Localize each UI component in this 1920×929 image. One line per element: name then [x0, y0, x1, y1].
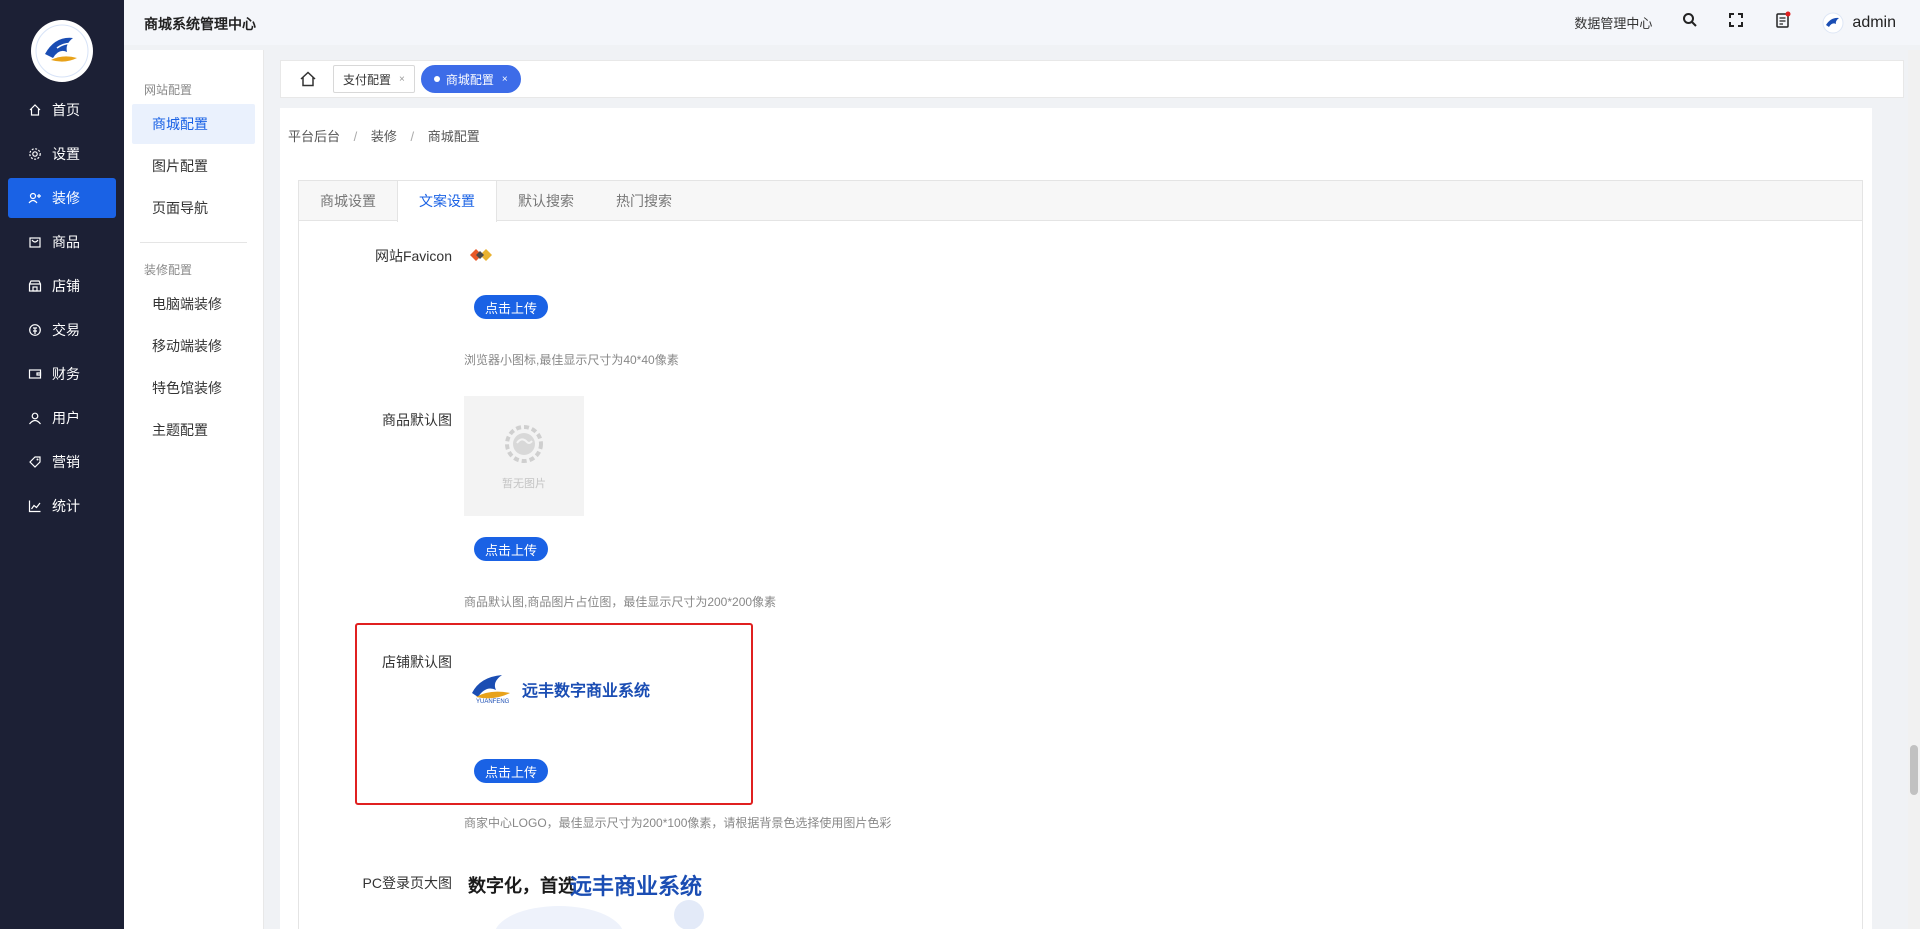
- user-menu[interactable]: admin: [1822, 12, 1896, 34]
- tab-label: 支付配置: [343, 72, 392, 87]
- nav-label: 商品: [52, 234, 80, 250]
- pc-login-image-preview: 数字化，首选 远丰商业系统: [464, 870, 704, 929]
- data-center-link[interactable]: 数据管理中心: [1574, 13, 1652, 32]
- no-image-icon: [505, 425, 543, 463]
- favicon-tip: 浏览器小图标,最佳显示尺寸为40*40像素: [464, 353, 679, 367]
- highlight-box: [355, 623, 753, 805]
- nav-settings[interactable]: 设置: [8, 134, 116, 174]
- favicon-label: 网站Favicon: [374, 248, 452, 264]
- chart-icon: [28, 499, 42, 513]
- banner-text: 数字化，首选: [468, 876, 576, 896]
- nav-label: 设置: [52, 146, 80, 162]
- page-tabs-bar: 支付配置 × 商城配置 ×: [280, 60, 1904, 98]
- nav-label: 装修: [52, 190, 80, 206]
- submenu-divider: [140, 242, 247, 243]
- active-dot-icon: [433, 76, 440, 82]
- avatar: [1822, 12, 1844, 34]
- nav-trade[interactable]: 交易: [8, 310, 116, 350]
- decorate-icon: [28, 191, 42, 205]
- fullscreen-icon[interactable]: [1728, 12, 1744, 33]
- close-icon[interactable]: ×: [399, 74, 405, 85]
- submenu-item-feature-decorate[interactable]: 特色馆装修: [132, 368, 255, 408]
- submenu-item-mall-config[interactable]: 商城配置: [132, 104, 255, 144]
- store-icon: [28, 279, 42, 293]
- search-icon[interactable]: [1682, 12, 1698, 33]
- nav-marketing[interactable]: 营销: [8, 442, 116, 482]
- upload-button[interactable]: 点击上传: [474, 537, 549, 561]
- submenu-item-pc-decorate[interactable]: 电脑端装修: [132, 284, 255, 324]
- nav-label: 交易: [52, 322, 80, 338]
- home-tab-icon[interactable]: [299, 70, 317, 88]
- banner-brand-text: 远丰商业系统: [570, 874, 703, 899]
- panel-tabs: 商城设置 文案设置 默认搜索 热门搜索: [299, 181, 1862, 222]
- breadcrumb-item[interactable]: 装修: [371, 129, 397, 144]
- app-logo[interactable]: [31, 20, 93, 82]
- page-scrollbar[interactable]: [1908, 50, 1920, 929]
- submenu-item-theme-config[interactable]: 主题配置: [132, 410, 255, 450]
- content-card: 平台后台 / 装修 / 商城配置 商城设置 文案设置 默认搜索 热门搜索 网站F…: [280, 108, 1872, 929]
- breadcrumb: 平台后台 / 装修 / 商城配置: [288, 126, 480, 145]
- favicon-preview: [468, 246, 498, 269]
- tab-pay-config[interactable]: 支付配置 ×: [333, 65, 415, 93]
- store-tip: 商家中心LOGO，最佳显示尺寸为200*100像素，请根据背景色选择使用图片色彩: [464, 816, 892, 830]
- nav-goods[interactable]: 商品: [8, 222, 116, 262]
- home-icon: [28, 103, 42, 117]
- banner-decoration: [494, 906, 624, 929]
- breadcrumb-item: 商城配置: [427, 129, 480, 144]
- user-icon: [28, 411, 42, 425]
- tag-icon: [28, 455, 42, 469]
- main-sidebar: 首页 设置 装修 商品 店铺 交易 财务 用户 营销 统计: [0, 0, 124, 929]
- goods-image-placeholder: 暂无图片: [464, 396, 584, 516]
- submenu-group-title: 网站配置: [144, 83, 193, 97]
- nav-finance[interactable]: 财务: [8, 354, 116, 394]
- top-header: 商城系统管理中心 数据管理中心 admin: [124, 0, 1920, 45]
- tab-hot-search[interactable]: 热门搜索: [595, 181, 693, 221]
- submenu-item-mobile-decorate[interactable]: 移动端装修: [132, 326, 255, 366]
- goods-tip: 商品默认图,商品图片占位图，最佳显示尺寸为200*200像素: [464, 595, 777, 609]
- nav-label: 统计: [52, 498, 80, 514]
- username: admin: [1852, 13, 1896, 31]
- tab-copy-settings[interactable]: 文案设置: [397, 181, 497, 222]
- wallet-icon: [28, 367, 42, 381]
- breadcrumb-separator: /: [353, 129, 358, 144]
- pc-login-image-label: PC登录页大图: [362, 875, 452, 891]
- nav-label: 财务: [52, 366, 80, 382]
- close-icon[interactable]: ×: [502, 74, 508, 85]
- banner-decoration: [674, 900, 704, 929]
- nav-label: 营销: [52, 454, 80, 470]
- goods-default-label: 商品默认图: [382, 412, 452, 428]
- notification-icon[interactable]: [1774, 11, 1792, 34]
- breadcrumb-item[interactable]: 平台后台: [288, 129, 340, 144]
- nav-user[interactable]: 用户: [8, 398, 116, 438]
- tab-mall-settings[interactable]: 商城设置: [299, 181, 397, 221]
- tab-label: 商城配置: [445, 72, 494, 87]
- submenu-item-page-nav[interactable]: 页面导航: [132, 188, 255, 228]
- tab-mall-config[interactable]: 商城配置 ×: [420, 65, 521, 93]
- scrollbar-thumb[interactable]: [1910, 745, 1918, 795]
- nav-decorate[interactable]: 装修: [8, 178, 116, 218]
- no-image-text: 暂无图片: [502, 478, 546, 490]
- submenu-item-image-config[interactable]: 图片配置: [132, 146, 255, 186]
- trade-icon: [28, 323, 42, 337]
- tab-default-search[interactable]: 默认搜索: [497, 181, 595, 221]
- page-title: 商城系统管理中心: [144, 16, 256, 32]
- nav-label: 店铺: [52, 278, 80, 294]
- nav-label: 首页: [52, 102, 80, 118]
- goods-icon: [28, 235, 42, 249]
- nav-stats[interactable]: 统计: [8, 486, 116, 526]
- breadcrumb-separator: /: [410, 129, 415, 144]
- submenu-group-title: 装修配置: [144, 263, 193, 277]
- sub-menu: 网站配置 商城配置 图片配置 页面导航 装修配置 电脑端装修 移动端装修 特色馆…: [124, 50, 264, 929]
- nav-label: 用户: [52, 410, 80, 426]
- nav-store[interactable]: 店铺: [8, 266, 116, 306]
- upload-button[interactable]: 点击上传: [474, 295, 549, 319]
- gear-icon: [28, 147, 42, 161]
- nav-home[interactable]: 首页: [8, 90, 116, 130]
